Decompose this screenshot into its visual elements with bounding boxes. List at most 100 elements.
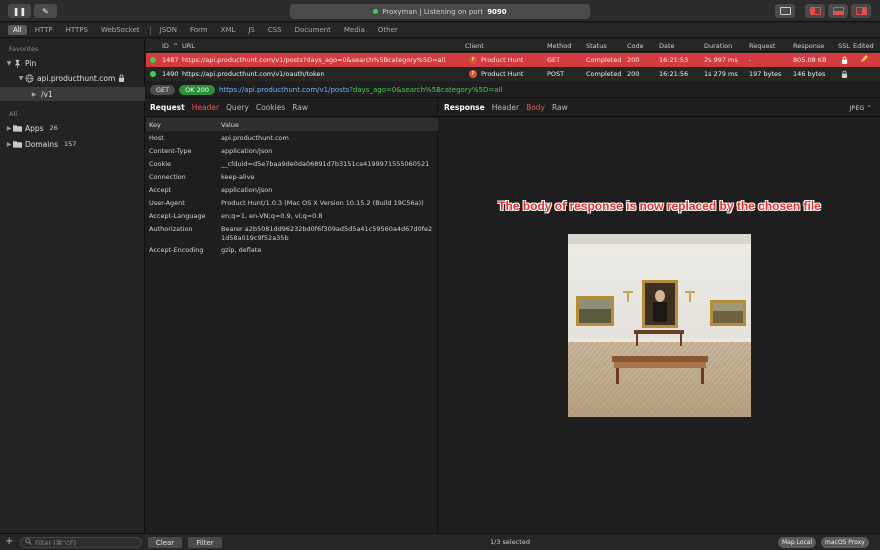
column-ssl[interactable]: SSL — [838, 42, 850, 50]
map-local-badge[interactable]: Map Local — [778, 537, 817, 548]
pause-icon: ❚❚ — [12, 6, 27, 16]
layout-bottom-button[interactable] — [828, 4, 848, 18]
header-key: Accept-Language — [149, 212, 206, 220]
header-value: api.producthunt.com — [221, 134, 289, 142]
table-row[interactable]: 1487 https://api.producthunt.com/v1/post… — [146, 53, 880, 67]
pause-button[interactable]: ❚❚ — [8, 4, 31, 18]
sidebar-item-domains[interactable]: ▶ Domains 157 — [0, 137, 145, 151]
column-edited[interactable]: Edited — [853, 42, 874, 50]
column-code[interactable]: Code — [627, 42, 644, 50]
macos-proxy-badge[interactable]: macOS Proxy — [821, 537, 869, 548]
response-pane: Response Header Body Raw JPEG ⌃ The body… — [439, 99, 880, 533]
filter-other[interactable]: Other — [373, 25, 403, 35]
lock-icon — [841, 70, 848, 80]
response-pane-title: Response — [444, 103, 485, 112]
row-method: GET — [547, 56, 561, 64]
header-value: application/json — [221, 186, 273, 194]
row-request-size: - — [749, 56, 752, 64]
sidebar-right-icon — [855, 7, 867, 15]
request-table: ID ^ URL Client Method Status Code Date … — [146, 39, 880, 82]
request-url[interactable]: https://api.producthunt.com/v1/posts?day… — [219, 86, 502, 94]
row-duration: 2s 997 ms — [704, 56, 738, 64]
sidebar-item-label: /v1 — [41, 89, 53, 99]
apps-count: 26 — [49, 124, 58, 132]
filter-all[interactable]: All — [8, 25, 27, 35]
header-key: Authorization — [149, 225, 193, 233]
window-stack-icon — [779, 7, 791, 15]
row-date: 16:21:53 — [659, 56, 689, 64]
filter-document[interactable]: Document — [290, 25, 336, 35]
column-url[interactable]: URL — [182, 42, 195, 50]
column-request[interactable]: Request — [749, 42, 775, 50]
row-id: 1487 — [162, 56, 179, 64]
column-id[interactable]: ID — [162, 42, 169, 50]
sidebar-item-label: Pin — [25, 58, 37, 68]
filter-css[interactable]: CSS — [263, 25, 287, 35]
row-url: https://api.producthunt.com/v1/oauth/tok… — [182, 70, 325, 78]
sidebar-left-icon — [809, 7, 821, 15]
layout-left-button[interactable] — [805, 4, 825, 18]
filter-xml[interactable]: XML — [216, 25, 241, 35]
filter-input[interactable]: Filter (⌘⌥F) — [20, 537, 142, 548]
filter-websocket[interactable]: WebSocket — [96, 25, 145, 35]
tab-request-header[interactable]: Header — [192, 103, 219, 112]
column-status[interactable]: Status — [586, 42, 607, 50]
row-client: Product Hunt — [481, 56, 524, 64]
header-value: keep-alive — [221, 173, 255, 181]
tab-request-query[interactable]: Query — [226, 103, 249, 112]
response-image-preview — [568, 234, 751, 417]
column-method[interactable]: Method — [547, 42, 571, 50]
tab-request-cookies[interactable]: Cookies — [256, 103, 285, 112]
row-code: 200 — [627, 56, 640, 64]
row-code: 200 — [627, 70, 640, 78]
header-key: Accept-Encoding — [149, 246, 204, 254]
filter-https[interactable]: HTTPS — [61, 25, 93, 35]
filter-form[interactable]: Form — [185, 25, 213, 35]
header-key: Connection — [149, 173, 186, 181]
tab-request-raw[interactable]: Raw — [292, 103, 308, 112]
header-key: Accept — [149, 186, 172, 194]
header-key: Content-Type — [149, 147, 192, 155]
filter-js[interactable]: JS — [243, 25, 260, 35]
chevron-right-icon: ▶ — [6, 124, 12, 132]
tab-response-header[interactable]: Header — [492, 103, 519, 112]
column-date[interactable]: Date — [659, 42, 675, 50]
table-header: ID ^ URL Client Method Status Code Date … — [146, 39, 880, 52]
key-column-header: Key — [149, 121, 161, 129]
selection-count: 1/3 selected — [490, 538, 530, 546]
panel-bottom-icon — [832, 7, 844, 15]
row-id: 1490 — [162, 70, 179, 78]
row-client: Product Hunt — [481, 70, 524, 78]
header-value: __cfduid=d5e7baa9de0da06891d7b3151ca4199… — [221, 160, 430, 168]
sidebar-item-domain[interactable]: ▼ api.producthunt.com — [0, 71, 145, 85]
clear-button[interactable]: Clear — [148, 537, 182, 548]
compose-button[interactable]: ✎ — [34, 4, 57, 18]
column-client[interactable]: Client — [465, 42, 484, 50]
filter-media[interactable]: Media — [339, 25, 370, 35]
sidebar-item-path[interactable]: ▶ /v1 — [0, 87, 145, 101]
filter-http[interactable]: HTTP — [30, 25, 58, 35]
row-date: 16:21:56 — [659, 70, 689, 78]
all-section-label: All — [9, 110, 18, 118]
window-button[interactable] — [775, 4, 795, 18]
filter-json[interactable]: JSON — [155, 25, 182, 35]
tab-response-raw[interactable]: Raw — [552, 103, 568, 112]
globe-icon — [25, 74, 34, 83]
header-value: application/json — [221, 147, 273, 155]
chevron-right-icon: ▶ — [31, 90, 37, 98]
table-row[interactable]: 1490 https://api.producthunt.com/v1/oaut… — [146, 67, 880, 81]
request-url-query: ?days_ago=0&search%5Bcategory%5D=all — [349, 86, 503, 94]
status-dot-icon — [150, 57, 156, 63]
format-selector[interactable]: JPEG ⌃ — [849, 104, 872, 112]
sidebar-item-apps[interactable]: ▶ Apps 26 — [0, 121, 145, 135]
header-value: gzip, deflate — [221, 246, 262, 254]
sidebar-item-pin[interactable]: ▼ Pin — [0, 56, 145, 70]
filter-button[interactable]: Filter — [188, 537, 222, 548]
column-response[interactable]: Response — [793, 42, 824, 50]
annotation-caption: The body of response is now replaced by … — [498, 199, 821, 213]
add-icon[interactable]: + — [5, 536, 13, 547]
column-duration[interactable]: Duration — [704, 42, 732, 50]
product-hunt-icon: P — [469, 70, 477, 78]
tab-response-body[interactable]: Body — [526, 103, 545, 112]
layout-right-button[interactable] — [851, 4, 871, 18]
